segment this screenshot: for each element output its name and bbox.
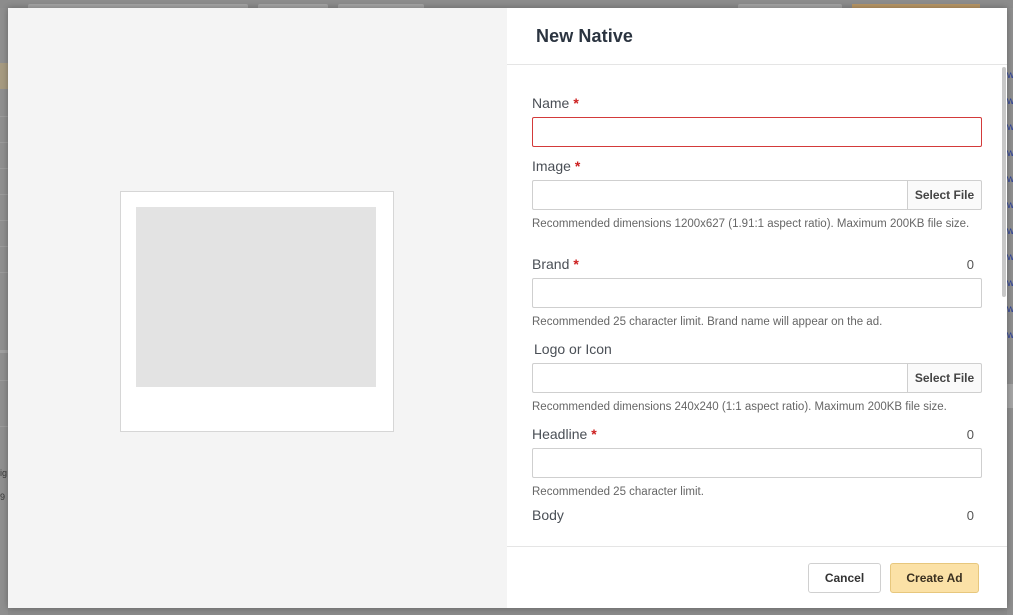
- brand-field-group: Brand * 0 Recommended 25 character limit.…: [532, 256, 982, 328]
- modal-title: New Native: [536, 25, 634, 46]
- headline-input[interactable]: [532, 448, 982, 478]
- background-divider: [0, 426, 8, 427]
- body-label: Body: [532, 507, 564, 523]
- image-select-file-button[interactable]: Select File: [907, 180, 982, 210]
- image-label: Image *: [532, 158, 581, 174]
- modal-header: New Native: [507, 8, 1007, 65]
- cancel-button[interactable]: Cancel: [808, 563, 881, 593]
- background-link: w: [1007, 228, 1013, 236]
- name-label: Name *: [532, 95, 579, 111]
- background-link: w: [1007, 202, 1013, 210]
- background-link: w: [1007, 176, 1013, 184]
- background-divider: [0, 272, 8, 273]
- ad-preview-image-placeholder: [136, 207, 376, 387]
- image-help-text: Recommended dimensions 1200x627 (1.91:1 …: [532, 218, 970, 230]
- background-divider: [0, 220, 8, 221]
- background-link: w: [1007, 332, 1013, 340]
- background-text: ig: [0, 468, 8, 478]
- background-link: w: [1007, 150, 1013, 158]
- background-link: w: [1007, 124, 1013, 132]
- background-divider: [0, 194, 8, 195]
- background-right-box: [1007, 384, 1013, 408]
- image-file-input[interactable]: [532, 180, 907, 210]
- required-marker: *: [573, 95, 579, 111]
- logo-file-input[interactable]: [532, 363, 907, 393]
- required-marker: *: [574, 158, 581, 174]
- create-ad-button[interactable]: Create Ad: [890, 563, 979, 593]
- name-field-group: Name *: [532, 95, 982, 147]
- form-pane: New Native Name * Image * Select File Re…: [507, 8, 1007, 608]
- background-divider: [0, 246, 8, 247]
- background-link: w: [1007, 254, 1013, 262]
- logo-help-text: Recommended dimensions 240x240 (1:1 aspe…: [532, 401, 947, 413]
- background-link: w: [1007, 280, 1013, 288]
- body-field-group: Body 0: [532, 507, 982, 525]
- ad-preview-card: [120, 191, 394, 432]
- brand-input[interactable]: [532, 278, 982, 308]
- background-link: w: [1007, 306, 1013, 314]
- modal-scrollbar[interactable]: [1001, 65, 1007, 546]
- background-link: w: [1007, 72, 1013, 80]
- name-input[interactable]: [532, 117, 982, 147]
- background-divider: [0, 142, 8, 143]
- background-divider: [0, 380, 8, 381]
- headline-label: Headline *: [532, 426, 597, 442]
- required-marker: *: [573, 256, 579, 272]
- logo-field-group: Logo or Icon Select File Recommended dim…: [532, 341, 982, 413]
- background-divider: [0, 116, 8, 117]
- required-marker: *: [591, 426, 597, 442]
- modal-body: Name * Image * Select File Recommended dim…: [507, 65, 1007, 546]
- new-native-modal: New Native Name * Image * Select File Re…: [8, 8, 1007, 608]
- modal-scrollbar-thumb[interactable]: [1002, 67, 1006, 297]
- logo-select-file-button[interactable]: Select File: [907, 363, 982, 393]
- background-divider: [0, 350, 8, 353]
- logo-label: Logo or Icon: [534, 341, 612, 357]
- background-link: w: [1007, 98, 1013, 106]
- background-left-highlight: [0, 63, 8, 89]
- background-divider: [0, 168, 8, 169]
- brand-label: Brand *: [532, 256, 579, 272]
- body-character-counter: 0: [966, 508, 974, 523]
- image-field-group: Image * Select File Recommended dimension…: [532, 158, 982, 230]
- background-left-strip: [0, 8, 8, 615]
- brand-character-counter: 0: [966, 257, 974, 272]
- background-text: 9: [0, 492, 6, 502]
- headline-help-text: Recommended 25 character limit.: [532, 486, 704, 498]
- modal-footer: Cancel Create Ad: [507, 546, 1007, 608]
- headline-field-group: Headline * 0 Recommended 25 character lim…: [532, 426, 982, 498]
- headline-character-counter: 0: [966, 427, 974, 442]
- ad-preview-pane: [8, 8, 507, 608]
- brand-help-text: Recommended 25 character limit. Brand na…: [532, 316, 883, 328]
